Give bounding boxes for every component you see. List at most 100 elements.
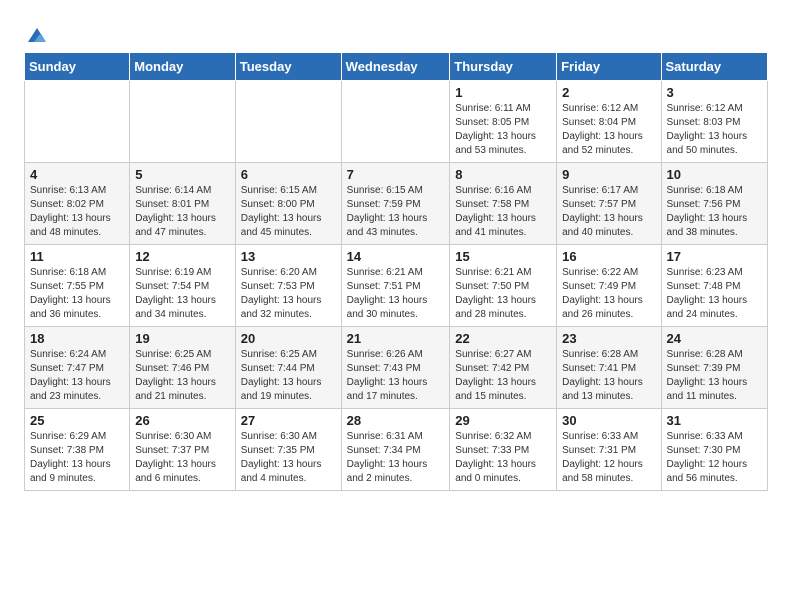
day-info: Sunrise: 6:30 AM Sunset: 7:37 PM Dayligh… — [135, 430, 230, 486]
day-number: 13 — [241, 249, 336, 264]
calendar-cell: 6 Sunrise: 6:15 AM Sunset: 8:00 PM Daylig… — [235, 163, 341, 245]
day-number: 18 — [30, 331, 124, 346]
day-info: Sunrise: 6:27 AM Sunset: 7:42 PM Dayligh… — [455, 348, 551, 404]
calendar-cell: 19 Sunrise: 6:25 AM Sunset: 7:46 PM Dayli… — [130, 327, 236, 409]
calendar-cell: 22 Sunrise: 6:27 AM Sunset: 7:42 PM Dayli… — [450, 327, 557, 409]
calendar-cell: 29 Sunrise: 6:32 AM Sunset: 7:33 PM Dayli… — [450, 409, 557, 491]
day-info: Sunrise: 6:19 AM Sunset: 7:54 PM Dayligh… — [135, 266, 230, 322]
day-number: 11 — [30, 249, 124, 264]
day-number: 24 — [667, 331, 762, 346]
day-number: 14 — [347, 249, 445, 264]
calendar-cell: 2 Sunrise: 6:12 AM Sunset: 8:04 PM Daylig… — [557, 81, 661, 163]
day-number: 28 — [347, 413, 445, 428]
calendar-cell: 12Sunrise: 6:19 AM Sunset: 7:54 PM Dayli… — [130, 245, 236, 327]
day-number: 22 — [455, 331, 551, 346]
day-number: 29 — [455, 413, 551, 428]
calendar-cell — [25, 81, 130, 163]
calendar-cell: 10Sunrise: 6:18 AM Sunset: 7:56 PM Dayli… — [661, 163, 767, 245]
calendar-cell: 18 Sunrise: 6:24 AM Sunset: 7:47 PM Dayli… — [25, 327, 130, 409]
day-number: 23 — [562, 331, 655, 346]
calendar-cell: 23 Sunrise: 6:28 AM Sunset: 7:41 PM Dayli… — [557, 327, 661, 409]
calendar-cell: 4 Sunrise: 6:13 AM Sunset: 8:02 PM Daylig… — [25, 163, 130, 245]
day-info: Sunrise: 6:15 AM Sunset: 8:00 PM Dayligh… — [241, 184, 336, 240]
column-header-tuesday: Tuesday — [235, 53, 341, 81]
calendar-cell: 20 Sunrise: 6:25 AM Sunset: 7:44 PM Dayli… — [235, 327, 341, 409]
calendar-week-row: 11 Sunrise: 6:18 AM Sunset: 7:55 PM Dayli… — [25, 245, 768, 327]
calendar-cell: 28 Sunrise: 6:31 AM Sunset: 7:34 PM Dayli… — [341, 409, 450, 491]
calendar-cell — [130, 81, 236, 163]
day-info: Sunrise: 6:33 AM Sunset: 7:30 PM Dayligh… — [667, 430, 762, 486]
page-header — [24, 20, 768, 44]
day-number: 9 — [562, 167, 655, 182]
calendar-cell: 16 Sunrise: 6:22 AM Sunset: 7:49 PM Dayli… — [557, 245, 661, 327]
day-number: 17 — [667, 249, 762, 264]
day-info: Sunrise: 6:32 AM Sunset: 7:33 PM Dayligh… — [455, 430, 551, 486]
day-info: Sunrise: 6:17 AM Sunset: 7:57 PM Dayligh… — [562, 184, 655, 240]
day-number: 4 — [30, 167, 124, 182]
day-number: 20 — [241, 331, 336, 346]
day-info: Sunrise: 6:18 AM Sunset: 7:55 PM Dayligh… — [30, 266, 124, 322]
day-number: 8 — [455, 167, 551, 182]
day-number: 10 — [667, 167, 762, 182]
day-info: Sunrise: 6:28 AM Sunset: 7:39 PM Dayligh… — [667, 348, 762, 404]
calendar-cell: 11 Sunrise: 6:18 AM Sunset: 7:55 PM Dayli… — [25, 245, 130, 327]
day-info: Sunrise: 6:25 AM Sunset: 7:44 PM Dayligh… — [241, 348, 336, 404]
day-info: Sunrise: 6:28 AM Sunset: 7:41 PM Dayligh… — [562, 348, 655, 404]
day-number: 5 — [135, 167, 230, 182]
calendar-cell — [235, 81, 341, 163]
day-info: Sunrise: 6:13 AM Sunset: 8:02 PM Dayligh… — [30, 184, 124, 240]
day-info: Sunrise: 6:16 AM Sunset: 7:58 PM Dayligh… — [455, 184, 551, 240]
day-number: 31 — [667, 413, 762, 428]
calendar-cell: 21 Sunrise: 6:26 AM Sunset: 7:43 PM Dayli… — [341, 327, 450, 409]
day-info: Sunrise: 6:22 AM Sunset: 7:49 PM Dayligh… — [562, 266, 655, 322]
day-info: Sunrise: 6:30 AM Sunset: 7:35 PM Dayligh… — [241, 430, 336, 486]
day-number: 6 — [241, 167, 336, 182]
day-info: Sunrise: 6:25 AM Sunset: 7:46 PM Dayligh… — [135, 348, 230, 404]
calendar-cell: 14 Sunrise: 6:21 AM Sunset: 7:51 PM Dayli… — [341, 245, 450, 327]
calendar-cell: 17Sunrise: 6:23 AM Sunset: 7:48 PM Dayli… — [661, 245, 767, 327]
day-info: Sunrise: 6:26 AM Sunset: 7:43 PM Dayligh… — [347, 348, 445, 404]
calendar-cell: 1Sunrise: 6:11 AM Sunset: 8:05 PM Daylig… — [450, 81, 557, 163]
calendar-week-row: 25Sunrise: 6:29 AM Sunset: 7:38 PM Dayli… — [25, 409, 768, 491]
day-number: 7 — [347, 167, 445, 182]
calendar-cell: 3 Sunrise: 6:12 AM Sunset: 8:03 PM Daylig… — [661, 81, 767, 163]
calendar-cell: 30 Sunrise: 6:33 AM Sunset: 7:31 PM Dayli… — [557, 409, 661, 491]
day-number: 27 — [241, 413, 336, 428]
day-info: Sunrise: 6:31 AM Sunset: 7:34 PM Dayligh… — [347, 430, 445, 486]
column-header-wednesday: Wednesday — [341, 53, 450, 81]
day-info: Sunrise: 6:14 AM Sunset: 8:01 PM Dayligh… — [135, 184, 230, 240]
calendar-cell: 5 Sunrise: 6:14 AM Sunset: 8:01 PM Daylig… — [130, 163, 236, 245]
calendar-cell: 25Sunrise: 6:29 AM Sunset: 7:38 PM Dayli… — [25, 409, 130, 491]
day-number: 30 — [562, 413, 655, 428]
day-info: Sunrise: 6:12 AM Sunset: 8:03 PM Dayligh… — [667, 102, 762, 158]
day-info: Sunrise: 6:12 AM Sunset: 8:04 PM Dayligh… — [562, 102, 655, 158]
day-number: 19 — [135, 331, 230, 346]
calendar-table: SundayMondayTuesdayWednesdayThursdayFrid… — [24, 52, 768, 491]
calendar-cell: 31 Sunrise: 6:33 AM Sunset: 7:30 PM Dayli… — [661, 409, 767, 491]
calendar-cell: 7 Sunrise: 6:15 AM Sunset: 7:59 PM Daylig… — [341, 163, 450, 245]
day-info: Sunrise: 6:21 AM Sunset: 7:50 PM Dayligh… — [455, 266, 551, 322]
calendar-week-row: 4 Sunrise: 6:13 AM Sunset: 8:02 PM Daylig… — [25, 163, 768, 245]
day-info: Sunrise: 6:20 AM Sunset: 7:53 PM Dayligh… — [241, 266, 336, 322]
day-number: 2 — [562, 85, 655, 100]
calendar-cell: 26 Sunrise: 6:30 AM Sunset: 7:37 PM Dayli… — [130, 409, 236, 491]
calendar-header-row: SundayMondayTuesdayWednesdayThursdayFrid… — [25, 53, 768, 81]
column-header-friday: Friday — [557, 53, 661, 81]
day-number: 15 — [455, 249, 551, 264]
day-info: Sunrise: 6:33 AM Sunset: 7:31 PM Dayligh… — [562, 430, 655, 486]
day-info: Sunrise: 6:24 AM Sunset: 7:47 PM Dayligh… — [30, 348, 124, 404]
day-number: 16 — [562, 249, 655, 264]
calendar-cell — [341, 81, 450, 163]
calendar-cell: 9 Sunrise: 6:17 AM Sunset: 7:57 PM Daylig… — [557, 163, 661, 245]
day-info: Sunrise: 6:29 AM Sunset: 7:38 PM Dayligh… — [30, 430, 124, 486]
day-info: Sunrise: 6:21 AM Sunset: 7:51 PM Dayligh… — [347, 266, 445, 322]
day-number: 21 — [347, 331, 445, 346]
column-header-saturday: Saturday — [661, 53, 767, 81]
day-number: 26 — [135, 413, 230, 428]
calendar-week-row: 18 Sunrise: 6:24 AM Sunset: 7:47 PM Dayli… — [25, 327, 768, 409]
logo — [24, 26, 48, 44]
day-info: Sunrise: 6:11 AM Sunset: 8:05 PM Dayligh… — [455, 102, 551, 158]
column-header-thursday: Thursday — [450, 53, 557, 81]
day-info: Sunrise: 6:15 AM Sunset: 7:59 PM Dayligh… — [347, 184, 445, 240]
day-number: 3 — [667, 85, 762, 100]
